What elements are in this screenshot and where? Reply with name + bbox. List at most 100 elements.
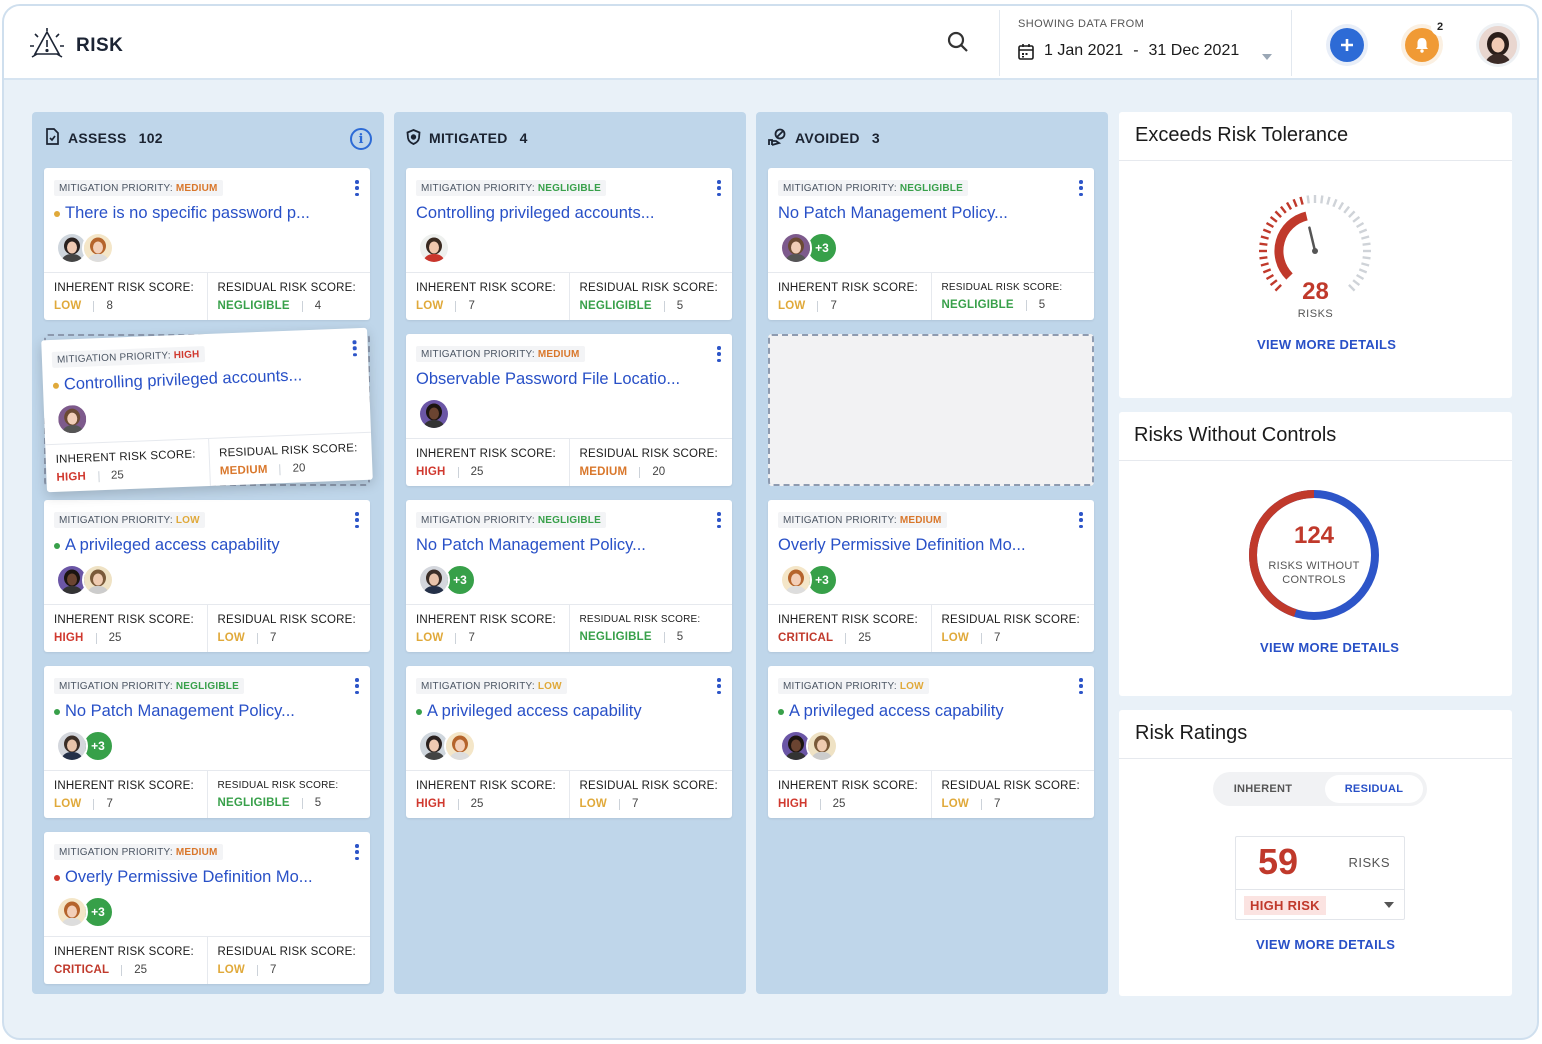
priority-label: MITIGATION PRIORITY: bbox=[421, 182, 535, 194]
risk-title[interactable]: A privileged access capability bbox=[416, 702, 642, 721]
avatar[interactable] bbox=[806, 730, 838, 762]
avatar[interactable] bbox=[56, 730, 88, 762]
inherent-level: LOW bbox=[778, 300, 806, 312]
avatar[interactable] bbox=[780, 232, 812, 264]
more-options-icon[interactable] bbox=[1076, 676, 1086, 696]
risk-title[interactable]: There is no specific password p... bbox=[54, 204, 310, 223]
more-options-icon[interactable] bbox=[1076, 510, 1086, 530]
chevron-down-icon[interactable] bbox=[1262, 54, 1272, 60]
priority-label: MITIGATION PRIORITY: bbox=[59, 182, 173, 194]
inherent-score: INHERENT RISK SCORE: CRITICAL 25 bbox=[44, 937, 207, 984]
calendar-icon bbox=[1018, 43, 1034, 60]
residual-value: 4 bbox=[301, 300, 321, 312]
assignee-list: +3 bbox=[418, 564, 476, 596]
risk-card[interactable]: MITIGATION PRIORITY: NEGLIGIBLE No Patch… bbox=[406, 500, 732, 652]
avatar[interactable] bbox=[418, 564, 450, 596]
chevron-down-icon bbox=[1384, 902, 1394, 908]
mitigation-priority: MITIGATION PRIORITY: MEDIUM bbox=[778, 512, 947, 528]
tab-residual[interactable]: RESIDUAL bbox=[1325, 775, 1423, 803]
add-button[interactable] bbox=[1330, 28, 1364, 62]
more-options-icon[interactable] bbox=[714, 676, 724, 696]
risk-card[interactable]: MITIGATION PRIORITY: MEDIUM There is no … bbox=[44, 168, 370, 320]
more-options-icon[interactable] bbox=[352, 510, 362, 530]
more-options-icon[interactable] bbox=[1076, 178, 1086, 198]
column-assess: ASSESS 102 i MITIGATION PRIORITY: MEDIUM… bbox=[32, 112, 384, 994]
more-options-icon[interactable] bbox=[352, 178, 362, 198]
risk-title[interactable]: No Patch Management Policy... bbox=[54, 702, 295, 721]
priority-label: MITIGATION PRIORITY: bbox=[59, 846, 173, 858]
view-more-details-link[interactable]: VIEW MORE DETAILS bbox=[1260, 640, 1399, 655]
drop-placeholder[interactable] bbox=[768, 334, 1094, 486]
risk-card[interactable]: MITIGATION PRIORITY: MEDIUM Observable P… bbox=[406, 334, 732, 486]
app-frame: RISK SHOWING DATA FROM 1 Jan 2021 - 31 D… bbox=[2, 4, 1539, 1040]
avatar[interactable] bbox=[55, 402, 89, 436]
risk-title-text: A privileged access capability bbox=[789, 702, 1004, 720]
residual-score: RESIDUAL RISK SCORE: LOW 7 bbox=[930, 771, 1095, 818]
priority-level: NEGLIGIBLE bbox=[537, 182, 601, 194]
risk-card[interactable]: MITIGATION PRIORITY: NEGLIGIBLE No Patch… bbox=[768, 168, 1094, 320]
residual-score-label: RESIDUAL RISK SCORE: bbox=[217, 946, 356, 958]
residual-level: LOW bbox=[941, 798, 969, 810]
rating-level-select[interactable]: HIGH RISK bbox=[1236, 889, 1404, 920]
avatar[interactable] bbox=[82, 232, 114, 264]
risk-title[interactable]: Overly Permissive Definition Mo... bbox=[54, 868, 313, 887]
inherent-value: 25 bbox=[457, 798, 483, 810]
more-options-icon[interactable] bbox=[352, 842, 362, 862]
risk-logo-icon bbox=[30, 28, 64, 63]
plus-icon bbox=[1341, 39, 1353, 51]
view-more-details-link[interactable]: VIEW MORE DETAILS bbox=[1256, 937, 1395, 952]
risk-card[interactable]: MITIGATION PRIORITY: LOW A privileged ac… bbox=[768, 666, 1094, 818]
residual-value: 5 bbox=[663, 631, 683, 643]
risk-title[interactable]: Controlling privileged accounts... bbox=[52, 366, 303, 395]
avatar[interactable] bbox=[82, 564, 114, 596]
risk-title[interactable]: Controlling privileged accounts... bbox=[416, 204, 654, 223]
mitigation-priority: MITIGATION PRIORITY: MEDIUM bbox=[416, 346, 585, 362]
rating-level-selected: HIGH RISK bbox=[1244, 896, 1326, 915]
avatar[interactable] bbox=[418, 232, 450, 264]
more-options-icon[interactable] bbox=[714, 344, 724, 364]
avatar[interactable] bbox=[418, 398, 450, 430]
column-count: 4 bbox=[519, 130, 528, 146]
residual-value: 7 bbox=[980, 798, 1000, 810]
avatar[interactable] bbox=[56, 896, 88, 928]
risk-card[interactable]: MITIGATION PRIORITY: NEGLIGIBLE No Patch… bbox=[44, 666, 370, 818]
search-button[interactable] bbox=[946, 30, 972, 56]
view-more-details-link[interactable]: VIEW MORE DETAILS bbox=[1257, 337, 1396, 352]
risk-title[interactable]: A privileged access capability bbox=[778, 702, 1004, 721]
more-options-icon[interactable] bbox=[349, 338, 360, 358]
risk-title[interactable]: Overly Permissive Definition Mo... bbox=[778, 536, 1026, 555]
risk-title[interactable]: Observable Password File Locatio... bbox=[416, 370, 680, 389]
inherent-score-label: INHERENT RISK SCORE: bbox=[778, 780, 918, 792]
more-options-icon[interactable] bbox=[352, 676, 362, 696]
user-avatar-button[interactable] bbox=[1479, 26, 1517, 64]
date-caption: SHOWING DATA FROM bbox=[1018, 18, 1145, 30]
risk-title-text: No Patch Management Policy... bbox=[416, 536, 646, 554]
assignee-list: +3 bbox=[56, 896, 114, 928]
brand[interactable]: RISK bbox=[30, 28, 123, 63]
inherent-score: INHERENT RISK SCORE: LOW 7 bbox=[406, 273, 569, 320]
score-row: INHERENT RISK SCORE: LOW 8 RESIDUAL RISK… bbox=[44, 272, 370, 320]
avatar[interactable] bbox=[780, 564, 812, 596]
more-options-icon[interactable] bbox=[714, 510, 724, 530]
avatar[interactable] bbox=[444, 730, 476, 762]
date-range-picker[interactable]: SHOWING DATA FROM 1 Jan 2021 - 31 Dec 20… bbox=[1018, 18, 1239, 60]
more-options-icon[interactable] bbox=[714, 178, 724, 198]
risk-title[interactable]: A privileged access capability bbox=[54, 536, 280, 555]
score-row: INHERENT RISK SCORE: LOW 7 RESIDUAL RISK… bbox=[44, 770, 370, 818]
inherent-score-label: INHERENT RISK SCORE: bbox=[55, 448, 196, 466]
inherent-value: 25 bbox=[845, 632, 871, 644]
risk-title[interactable]: No Patch Management Policy... bbox=[416, 536, 646, 555]
info-icon[interactable]: i bbox=[350, 128, 372, 150]
risk-card[interactable]: MITIGATION PRIORITY: NEGLIGIBLE Controll… bbox=[406, 168, 732, 320]
risk-title-text: A privileged access capability bbox=[65, 536, 280, 554]
priority-level: NEGLIGIBLE bbox=[537, 514, 601, 526]
risk-title[interactable]: No Patch Management Policy... bbox=[778, 204, 1008, 223]
residual-score-label: RESIDUAL RISK SCORE: bbox=[217, 614, 356, 626]
risk-card[interactable]: MITIGATION PRIORITY: MEDIUM Overly Permi… bbox=[44, 832, 370, 984]
risk-card[interactable]: MITIGATION PRIORITY: LOW A privileged ac… bbox=[44, 500, 370, 652]
tab-inherent[interactable]: INHERENT bbox=[1217, 775, 1309, 803]
search-icon bbox=[947, 31, 968, 52]
risk-card[interactable]: MITIGATION PRIORITY: MEDIUM Overly Permi… bbox=[768, 500, 1094, 652]
risk-card[interactable]: MITIGATION PRIORITY: LOW A privileged ac… bbox=[406, 666, 732, 818]
risk-card[interactable]: MITIGATION PRIORITY: HIGH Controlling pr… bbox=[41, 327, 373, 493]
